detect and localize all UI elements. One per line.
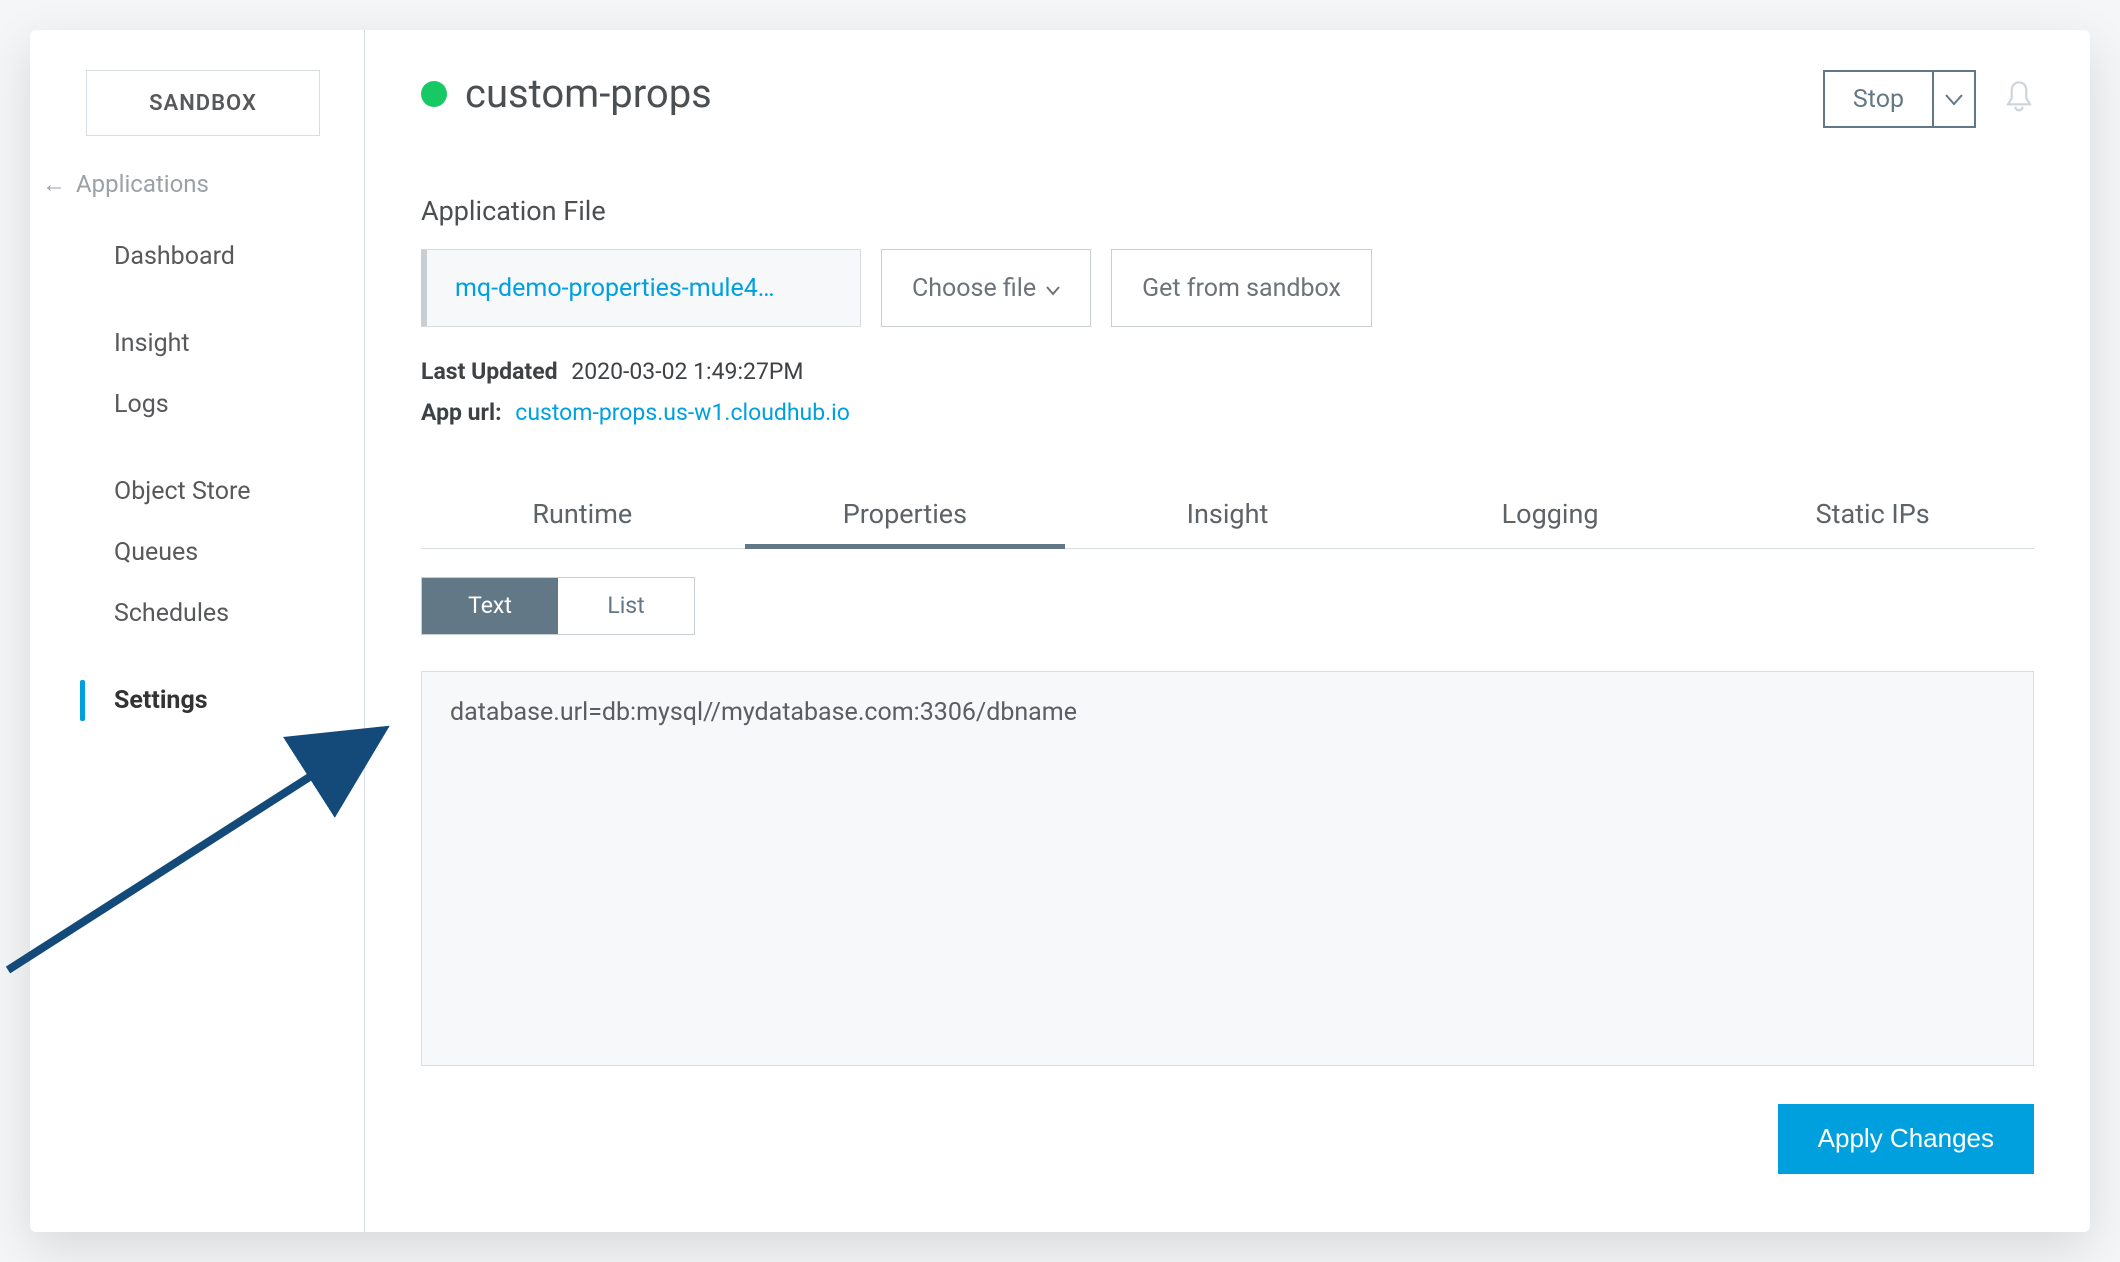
tab-label: Static IPs (1816, 498, 1930, 530)
properties-view-toggle: Text List (421, 577, 2034, 635)
view-toggle-label: Text (468, 592, 512, 619)
sidebar-item-logs[interactable]: Logs (30, 374, 364, 435)
chevron-down-icon (1945, 87, 1963, 111)
sidebar-item-label: Queues (114, 538, 198, 567)
sidebar-nav: Dashboard Insight Logs Object Store Queu… (30, 226, 364, 731)
sidebar-item-label: Object Store (114, 477, 250, 506)
main-panel: custom-props Stop Applicati (365, 30, 2090, 1232)
get-from-sandbox-button[interactable]: Get from sandbox (1111, 249, 1372, 327)
app-url-link[interactable]: custom-props.us-w1.cloudhub.io (515, 399, 850, 426)
application-file-row: mq-demo-properties-mule4… Choose file Ge… (421, 249, 2034, 327)
sidebar: SANDBOX ← Applications Dashboard Insight… (30, 30, 365, 1232)
apply-changes-button[interactable]: Apply Changes (1778, 1104, 2034, 1174)
stop-button-label: Stop (1853, 85, 1904, 114)
sidebar-item-queues[interactable]: Queues (30, 522, 364, 583)
app-name: custom-props (465, 70, 712, 117)
sidebar-item-object-store[interactable]: Object Store (30, 461, 364, 522)
sidebar-item-label: Settings (114, 686, 208, 715)
application-file-name: mq-demo-properties-mule4… (455, 274, 775, 303)
view-toggle-list[interactable]: List (558, 578, 694, 634)
view-toggle-group: Text List (421, 577, 695, 635)
tab-static-ips[interactable]: Static IPs (1711, 498, 2034, 548)
application-file-chip: mq-demo-properties-mule4… (421, 249, 861, 327)
tab-label: Runtime (532, 498, 632, 530)
sidebar-item-label: Dashboard (114, 242, 235, 271)
sidebar-item-insight[interactable]: Insight (30, 313, 364, 374)
stop-button-group: Stop (1823, 70, 1976, 128)
arrow-left-icon: ← (42, 172, 66, 196)
tab-insight[interactable]: Insight (1066, 498, 1389, 548)
breadcrumb-back[interactable]: ← Applications (30, 164, 364, 226)
notifications-bell-icon[interactable] (2004, 80, 2034, 119)
status-dot-icon (421, 81, 447, 107)
choose-file-label: Choose file (912, 274, 1036, 303)
get-from-sandbox-label: Get from sandbox (1142, 274, 1341, 303)
settings-tabs: Runtime Properties Insight Logging Stati… (421, 498, 2034, 549)
sidebar-item-label: Insight (114, 329, 190, 358)
caret-down-icon (1046, 274, 1060, 303)
view-toggle-text[interactable]: Text (422, 578, 558, 634)
tab-properties[interactable]: Properties (744, 498, 1067, 548)
footer: Apply Changes (421, 1104, 2034, 1194)
app-meta: Last Updated 2020-03-02 1:49:27PM App ur… (421, 351, 2034, 434)
sidebar-item-label: Logs (114, 390, 169, 419)
sidebar-item-dashboard[interactable]: Dashboard (30, 226, 364, 287)
view-toggle-label: List (607, 592, 644, 619)
app-title-row: custom-props (421, 70, 2034, 117)
sidebar-item-label: Schedules (114, 599, 229, 628)
sidebar-item-settings[interactable]: Settings (30, 670, 364, 731)
environment-badge[interactable]: SANDBOX (86, 70, 320, 136)
tab-label: Logging (1502, 498, 1599, 530)
stop-button[interactable]: Stop (1825, 72, 1932, 126)
tab-label: Properties (843, 498, 967, 530)
tab-logging[interactable]: Logging (1389, 498, 1712, 548)
last-updated-label: Last Updated (421, 358, 558, 385)
app-url-label: App url: (421, 399, 502, 426)
title-actions: Stop (1823, 70, 2034, 128)
application-file-heading: Application File (421, 195, 2034, 227)
apply-changes-label: Apply Changes (1818, 1123, 1994, 1154)
sidebar-item-schedules[interactable]: Schedules (30, 583, 364, 644)
properties-editor[interactable] (421, 671, 2034, 1066)
breadcrumb-label: Applications (76, 170, 209, 198)
last-updated-value: 2020-03-02 1:49:27PM (571, 358, 803, 385)
environment-label: SANDBOX (149, 91, 257, 116)
stop-menu-button[interactable] (1932, 72, 1974, 126)
choose-file-button[interactable]: Choose file (881, 249, 1091, 327)
tab-label: Insight (1187, 498, 1269, 530)
tab-runtime[interactable]: Runtime (421, 498, 744, 548)
